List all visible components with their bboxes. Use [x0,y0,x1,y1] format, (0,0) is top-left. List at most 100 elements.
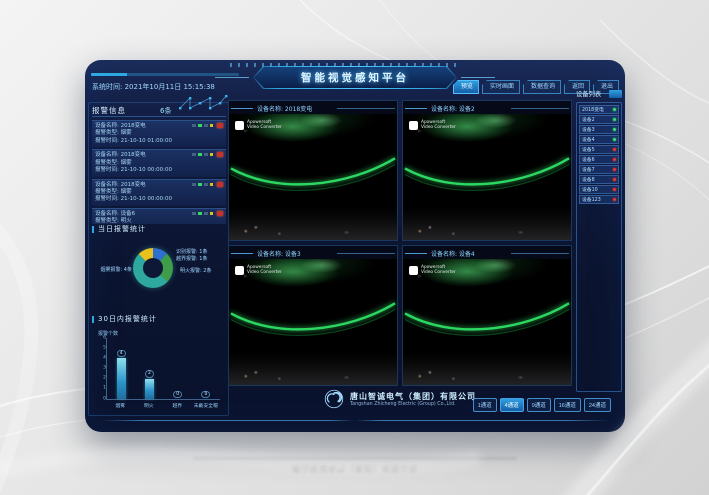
bar-chart-ytick: 6 [99,336,106,341]
video-cell-header: 设备名称: 设备3 [229,246,397,259]
video-cell[interactable]: 设备名称: 设备4 Apowersoft Video Converter [402,245,572,386]
device-list-item[interactable]: 设备6 [579,155,619,164]
laser-curve [403,259,571,385]
device-list-item[interactable]: 设备8 [579,175,619,184]
alarm-list-item[interactable]: 设备名称: 2018变电 报警类型: 烟雾 报警时间: 21-10-10 00:… [92,179,226,206]
alarm-list-item[interactable]: 设备名称: 2018变电 报警类型: 烟雾 报警时间: 21-10-10 01:… [92,120,226,147]
title-banner: 智能视觉感知平台 [253,66,457,89]
device-name: 2018变电 [582,106,604,113]
video-stream[interactable]: Apowersoft Video Converter [403,114,571,240]
alarm-list-item[interactable]: 设备名称: 2018变电 报警类型: 烟雾 报警时间: 21-10-10 00:… [92,149,226,176]
watermark-line2: Video Converter [421,125,456,130]
device-name: 设备8 [582,176,595,183]
device-name: 设备123 [582,196,601,203]
device-list-item[interactable]: 设备3 [579,125,619,134]
device-name: 设备4 [582,136,595,143]
bar-chart-ytick: 0 [99,397,106,402]
channel-button[interactable]: 9通道 [527,398,551,412]
watermark-play-icon [409,121,418,130]
channel-button[interactable]: 24通道 [584,398,611,412]
network-graph-icon [177,90,229,114]
watermark-line2: Video Converter [421,270,456,275]
alarm-level-indicator [192,212,214,215]
company-name-cn: 唐山智诚电气（集团）有限公司 [350,391,476,402]
device-name: 设备2 [582,116,595,123]
video-cell[interactable]: 设备名称: 设备3 Apowersoft Video Converter [228,245,398,386]
bar-value-label: 4 [117,350,126,357]
nav-button[interactable]: 数据查询 [523,80,561,94]
panel-reflection: 唐山智诚电气（集团）有限公司 [85,437,625,492]
alarm-level-indicator [192,183,214,186]
bottom-decoration-line [101,420,609,421]
watermark-play-icon [409,266,418,275]
title-wing-left [215,77,249,78]
device-list-title: 设备列表 [576,89,601,98]
device-status-dot [613,168,617,172]
channel-button[interactable]: 16通道 [554,398,581,412]
alarm-time: 报警时间: 21-10-10 00:00:00 [95,167,223,174]
device-name: 设备5 [582,146,595,153]
watermark: Apowersoft Video Converter [409,265,456,275]
video-stream[interactable]: Apowersoft Video Converter [403,259,571,385]
alarm-red-button[interactable] [217,211,223,216]
video-cell[interactable]: 设备名称: 2018变电 Apowersoft Video Converter [228,100,398,241]
video-cell-header: 设备名称: 设备2 [403,101,571,114]
device-list-item[interactable]: 2018变电 [579,105,619,114]
bar-column: 0 [192,338,220,399]
device-list-item[interactable]: 设备2 [579,115,619,124]
channel-button[interactable]: 1通道 [473,398,497,412]
alarm-type: 报警类型: 明火 [95,218,223,224]
donut-label: 烟雾报警: 4条 [92,268,132,273]
bar-column: 4 [107,338,135,399]
alarm-red-button[interactable] [217,152,223,157]
video-stream[interactable]: Apowersoft Video Converter [229,114,397,240]
dashboard-panel: 系统时间: 2021年10月11日 15:15:38 智能视觉感知平台 预览 实… [85,60,625,432]
device-status-dot [613,138,617,142]
nav-button[interactable]: 预览 [453,80,479,94]
device-list-item[interactable]: 设备123 [579,195,619,204]
donut-label: 识别报警: 1条 [176,250,207,255]
device-status-dot [613,108,617,112]
bar-category-label: 明火 [135,402,164,409]
alarm-time: 报警时间: 21-10-10 00:00:00 [95,196,223,203]
video-grid: 设备名称: 2018变电 Apowersoft Video Converter [228,100,572,386]
time-decoration-line [91,73,239,76]
device-list: 2018变电 设备2 设备3 设备4 设备5 [576,102,622,392]
laser-curve [403,114,571,240]
watermark: Apowersoft Video Converter [235,120,282,130]
alarm-red-button[interactable] [217,123,223,128]
alarm-red-button[interactable] [217,182,223,187]
bar-chart-ytick: 5 [99,346,106,351]
device-status-dot [613,198,617,202]
device-list-item[interactable]: 设备10 [579,185,619,194]
alarm-list-item[interactable]: 设备名称: 设备6 报警类型: 明火 报警时间: 21-10-10 00:00:… [92,208,226,224]
bar-chart-ytick: 4 [99,356,106,361]
video-device-name: 设备名称: 设备3 [257,249,301,258]
device-status-dot [613,128,617,132]
video-cell[interactable]: 设备名称: 设备2 Apowersoft Video Converter [402,100,572,241]
alarm-level-indicator [192,124,214,127]
bar [117,358,126,399]
device-list-item[interactable]: 设备5 [579,145,619,154]
bar-value-label: 0 [173,391,182,398]
nav-button[interactable]: 实时画面 [482,80,520,94]
device-status-dot [613,178,617,182]
laser-curve [229,259,397,385]
alarm-count-badge: 6条 [160,106,171,116]
alarm-panel-title: 报警信息 [92,105,126,116]
video-device-name: 设备名称: 2018变电 [257,104,312,113]
alarm-list: 设备名称: 2018变电 报警类型: 烟雾 报警时间: 21-10-10 01:… [92,120,226,224]
device-status-dot [613,188,617,192]
device-list-header: 设备列表 [576,88,622,99]
alarm-type: 报警类型: 烟雾 [95,130,223,137]
monthly-stats-title: 30日内报警统计 [92,316,157,323]
device-list-item[interactable]: 设备4 [579,135,619,144]
video-stream[interactable]: Apowersoft Video Converter [229,259,397,385]
bar-column: 2 [135,338,163,399]
company-logo-icon [324,389,344,409]
company-name-en: Tangshan Zhicheng Electric (Group) Co.,L… [350,402,476,407]
device-list-tab[interactable] [609,90,622,98]
device-list-item[interactable]: 设备7 [579,165,619,174]
bar-value-label: 2 [145,370,154,377]
channel-button[interactable]: 4通道 [500,398,524,412]
